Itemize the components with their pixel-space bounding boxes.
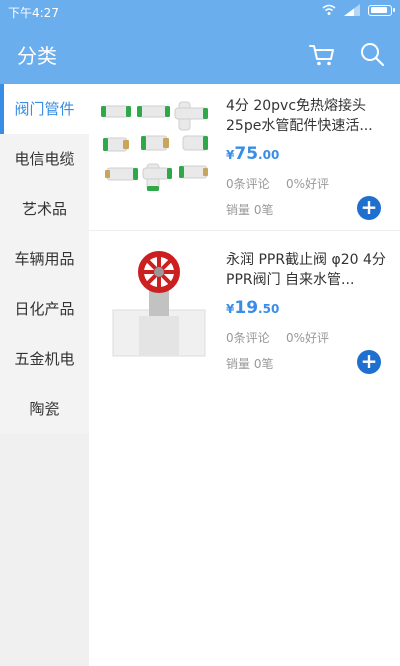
- sidebar-item-telecom-cables[interactable]: 电信电缆: [0, 134, 89, 184]
- review-count: 0条评论: [226, 331, 270, 345]
- sidebar-item-vehicle-supplies[interactable]: 车辆用品: [0, 234, 89, 284]
- cart-icon[interactable]: [306, 38, 338, 70]
- plus-icon[interactable]: +: [357, 350, 381, 374]
- search-icon[interactable]: [356, 38, 388, 70]
- positive-rate: 0%好评: [286, 331, 330, 345]
- sidebar-item-daily-chemicals[interactable]: 日化产品: [0, 284, 89, 334]
- category-sidebar: 阀门管件 电信电缆 艺术品 车辆用品 日化产品 五金机电 陶瓷: [0, 84, 89, 666]
- product-name[interactable]: 4分 20pvc免热熔接头25pe水管配件快速活...: [226, 96, 386, 136]
- sidebar-item-hardware[interactable]: 五金机电: [0, 334, 89, 384]
- positive-rate: 0%好评: [286, 177, 330, 191]
- product-image-stop-valve: [99, 250, 215, 360]
- divider: [89, 230, 400, 231]
- sidebar-item-valve-fittings[interactable]: 阀门管件: [0, 84, 89, 134]
- sales-count: 销量 0笔: [226, 203, 274, 217]
- product-price: ¥75.00: [226, 144, 280, 164]
- sidebar-item-artwork[interactable]: 艺术品: [0, 184, 89, 234]
- status-bar: 下午4:27: [0, 0, 400, 24]
- sidebar-empty-area: [0, 434, 89, 666]
- product-price: ¥19.50: [226, 298, 280, 318]
- plus-icon[interactable]: +: [357, 196, 381, 220]
- status-icons: [322, 4, 395, 16]
- sidebar-item-ceramics[interactable]: 陶瓷: [0, 384, 89, 434]
- review-count: 0条评论: [226, 177, 270, 191]
- battery-icon: [368, 4, 395, 16]
- sales-count: 销量 0笔: [226, 357, 274, 371]
- signal-icon: [344, 4, 360, 16]
- page-title: 分类: [17, 44, 57, 68]
- product-name[interactable]: 永润 PPR截止阀 φ20 4分 PPR阀门 自来水管...: [226, 250, 386, 290]
- status-time: 下午4:27: [8, 6, 59, 20]
- app-header: 分类: [0, 24, 400, 84]
- wifi-icon: [322, 4, 336, 15]
- product-card[interactable]: 4分 20pvc免热熔接头25pe水管配件快速活... ¥75.00 0条评论 …: [89, 84, 400, 224]
- product-card[interactable]: 永润 PPR截止阀 φ20 4分 PPR阀门 自来水管... ¥19.50 0条…: [89, 238, 400, 378]
- product-image-pipe-fittings: [99, 96, 215, 206]
- product-list: 4分 20pvc免热熔接头25pe水管配件快速活... ¥75.00 0条评论 …: [89, 84, 400, 666]
